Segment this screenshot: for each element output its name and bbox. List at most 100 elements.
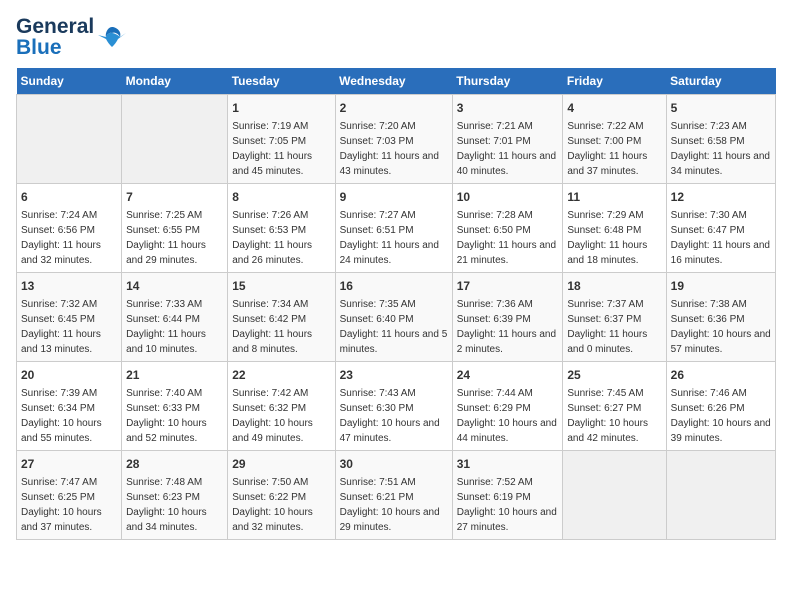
- day-info: Sunrise: 7:50 AMSunset: 6:22 PMDaylight:…: [232, 475, 330, 535]
- calendar-cell: 18 Sunrise: 7:37 AMSunset: 6:37 PMDayligh…: [563, 273, 666, 362]
- calendar-cell: 31Sunrise: 7:52 AMSunset: 6:19 PMDayligh…: [452, 451, 563, 540]
- logo-text-blue: Blue: [16, 37, 94, 58]
- day-number: 27: [21, 455, 117, 473]
- day-info: Sunrise: 7:25 AMSunset: 6:55 PMDaylight:…: [126, 208, 223, 268]
- header-monday: Monday: [122, 68, 228, 95]
- calendar-cell: 6 Sunrise: 7:24 AMSunset: 6:56 PMDaylight…: [17, 184, 122, 273]
- calendar-cell: 4Sunrise: 7:22 AMSunset: 7:00 PMDaylight…: [563, 95, 666, 184]
- day-number: 10: [457, 188, 559, 206]
- calendar-table: SundayMondayTuesdayWednesdayThursdayFrid…: [16, 68, 776, 540]
- day-number: 31: [457, 455, 559, 473]
- day-info: Sunrise: 7:35 AMSunset: 6:40 PMDaylight:…: [340, 297, 448, 357]
- day-number: 22: [232, 366, 330, 384]
- day-number: 24: [457, 366, 559, 384]
- header-friday: Friday: [563, 68, 666, 95]
- day-info: Sunrise: 7:45 AMSunset: 6:27 PMDaylight:…: [567, 386, 661, 446]
- day-number: 3: [457, 99, 559, 117]
- calendar-cell: 19 Sunrise: 7:38 AMSunset: 6:36 PMDayligh…: [666, 273, 775, 362]
- day-info: Sunrise: 7:19 AMSunset: 7:05 PMDaylight:…: [232, 119, 330, 179]
- day-number: 6: [21, 188, 117, 206]
- calendar-cell: 29 Sunrise: 7:50 AMSunset: 6:22 PMDayligh…: [228, 451, 335, 540]
- day-number: 20: [21, 366, 117, 384]
- calendar-cell: 9Sunrise: 7:27 AMSunset: 6:51 PMDaylight…: [335, 184, 452, 273]
- day-info: Sunrise: 7:44 AMSunset: 6:29 PMDaylight:…: [457, 386, 559, 446]
- day-info: Sunrise: 7:28 AMSunset: 6:50 PMDaylight:…: [457, 208, 559, 268]
- day-info: Sunrise: 7:46 AMSunset: 6:26 PMDaylight:…: [671, 386, 771, 446]
- calendar-cell: [122, 95, 228, 184]
- day-number: 12: [671, 188, 771, 206]
- day-number: 23: [340, 366, 448, 384]
- day-number: 1: [232, 99, 330, 117]
- calendar-cell: 28Sunrise: 7:48 AMSunset: 6:23 PMDayligh…: [122, 451, 228, 540]
- calendar-week-row: 20 Sunrise: 7:39 AMSunset: 6:34 PMDayligh…: [17, 362, 776, 451]
- day-info: Sunrise: 7:24 AMSunset: 6:56 PMDaylight:…: [21, 208, 117, 268]
- day-info: Sunrise: 7:51 AMSunset: 6:21 PMDaylight:…: [340, 475, 448, 535]
- header-saturday: Saturday: [666, 68, 775, 95]
- calendar-cell: 21 Sunrise: 7:40 AMSunset: 6:33 PMDayligh…: [122, 362, 228, 451]
- day-info: Sunrise: 7:48 AMSunset: 6:23 PMDaylight:…: [126, 475, 223, 535]
- header-thursday: Thursday: [452, 68, 563, 95]
- calendar-cell: 27 Sunrise: 7:47 AMSunset: 6:25 PMDayligh…: [17, 451, 122, 540]
- day-number: 21: [126, 366, 223, 384]
- day-number: 11: [567, 188, 661, 206]
- day-number: 26: [671, 366, 771, 384]
- calendar-cell: 15 Sunrise: 7:34 AMSunset: 6:42 PMDayligh…: [228, 273, 335, 362]
- day-number: 2: [340, 99, 448, 117]
- day-info: Sunrise: 7:20 AMSunset: 7:03 PMDaylight:…: [340, 119, 448, 179]
- day-info: Sunrise: 7:37 AMSunset: 6:37 PMDaylight:…: [567, 297, 661, 357]
- day-number: 19: [671, 277, 771, 295]
- page-header: General Blue: [16, 16, 776, 58]
- calendar-cell: 8 Sunrise: 7:26 AMSunset: 6:53 PMDaylight…: [228, 184, 335, 273]
- day-info: Sunrise: 7:27 AMSunset: 6:51 PMDaylight:…: [340, 208, 448, 268]
- calendar-cell: 3 Sunrise: 7:21 AMSunset: 7:01 PMDaylight…: [452, 95, 563, 184]
- day-number: 18: [567, 277, 661, 295]
- calendar-week-row: 1 Sunrise: 7:19 AMSunset: 7:05 PMDaylight…: [17, 95, 776, 184]
- logo: General Blue: [16, 16, 126, 58]
- day-number: 15: [232, 277, 330, 295]
- day-info: Sunrise: 7:42 AMSunset: 6:32 PMDaylight:…: [232, 386, 330, 446]
- day-info: Sunrise: 7:21 AMSunset: 7:01 PMDaylight:…: [457, 119, 559, 179]
- day-number: 5: [671, 99, 771, 117]
- calendar-header-row: SundayMondayTuesdayWednesdayThursdayFrid…: [17, 68, 776, 95]
- header-tuesday: Tuesday: [228, 68, 335, 95]
- calendar-cell: 2 Sunrise: 7:20 AMSunset: 7:03 PMDaylight…: [335, 95, 452, 184]
- calendar-cell: 26 Sunrise: 7:46 AMSunset: 6:26 PMDayligh…: [666, 362, 775, 451]
- day-info: Sunrise: 7:22 AMSunset: 7:00 PMDaylight:…: [567, 119, 661, 179]
- day-info: Sunrise: 7:29 AMSunset: 6:48 PMDaylight:…: [567, 208, 661, 268]
- day-number: 13: [21, 277, 117, 295]
- day-info: Sunrise: 7:34 AMSunset: 6:42 PMDaylight:…: [232, 297, 330, 357]
- day-info: Sunrise: 7:38 AMSunset: 6:36 PMDaylight:…: [671, 297, 771, 357]
- day-info: Sunrise: 7:26 AMSunset: 6:53 PMDaylight:…: [232, 208, 330, 268]
- calendar-cell: [666, 451, 775, 540]
- calendar-week-row: 27 Sunrise: 7:47 AMSunset: 6:25 PMDayligh…: [17, 451, 776, 540]
- day-number: 17: [457, 277, 559, 295]
- calendar-cell: 17 Sunrise: 7:36 AMSunset: 6:39 PMDayligh…: [452, 273, 563, 362]
- calendar-cell: 25 Sunrise: 7:45 AMSunset: 6:27 PMDayligh…: [563, 362, 666, 451]
- day-info: Sunrise: 7:36 AMSunset: 6:39 PMDaylight:…: [457, 297, 559, 357]
- calendar-cell: 22 Sunrise: 7:42 AMSunset: 6:32 PMDayligh…: [228, 362, 335, 451]
- calendar-cell: 14 Sunrise: 7:33 AMSunset: 6:44 PMDayligh…: [122, 273, 228, 362]
- day-number: 7: [126, 188, 223, 206]
- calendar-week-row: 13Sunrise: 7:32 AMSunset: 6:45 PMDayligh…: [17, 273, 776, 362]
- calendar-cell: 30 Sunrise: 7:51 AMSunset: 6:21 PMDayligh…: [335, 451, 452, 540]
- day-info: Sunrise: 7:40 AMSunset: 6:33 PMDaylight:…: [126, 386, 223, 446]
- day-number: 30: [340, 455, 448, 473]
- day-info: Sunrise: 7:47 AMSunset: 6:25 PMDaylight:…: [21, 475, 117, 535]
- day-number: 16: [340, 277, 448, 295]
- calendar-cell: 5 Sunrise: 7:23 AMSunset: 6:58 PMDaylight…: [666, 95, 775, 184]
- day-number: 14: [126, 277, 223, 295]
- day-number: 29: [232, 455, 330, 473]
- day-info: Sunrise: 7:30 AMSunset: 6:47 PMDaylight:…: [671, 208, 771, 268]
- day-number: 8: [232, 188, 330, 206]
- day-info: Sunrise: 7:33 AMSunset: 6:44 PMDaylight:…: [126, 297, 223, 357]
- calendar-cell: 7 Sunrise: 7:25 AMSunset: 6:55 PMDaylight…: [122, 184, 228, 273]
- day-number: 25: [567, 366, 661, 384]
- day-info: Sunrise: 7:39 AMSunset: 6:34 PMDaylight:…: [21, 386, 117, 446]
- day-info: Sunrise: 7:23 AMSunset: 6:58 PMDaylight:…: [671, 119, 771, 179]
- header-sunday: Sunday: [17, 68, 122, 95]
- calendar-cell: 16 Sunrise: 7:35 AMSunset: 6:40 PMDayligh…: [335, 273, 452, 362]
- calendar-cell: [17, 95, 122, 184]
- calendar-cell: 23Sunrise: 7:43 AMSunset: 6:30 PMDayligh…: [335, 362, 452, 451]
- calendar-cell: 20 Sunrise: 7:39 AMSunset: 6:34 PMDayligh…: [17, 362, 122, 451]
- calendar-cell: [563, 451, 666, 540]
